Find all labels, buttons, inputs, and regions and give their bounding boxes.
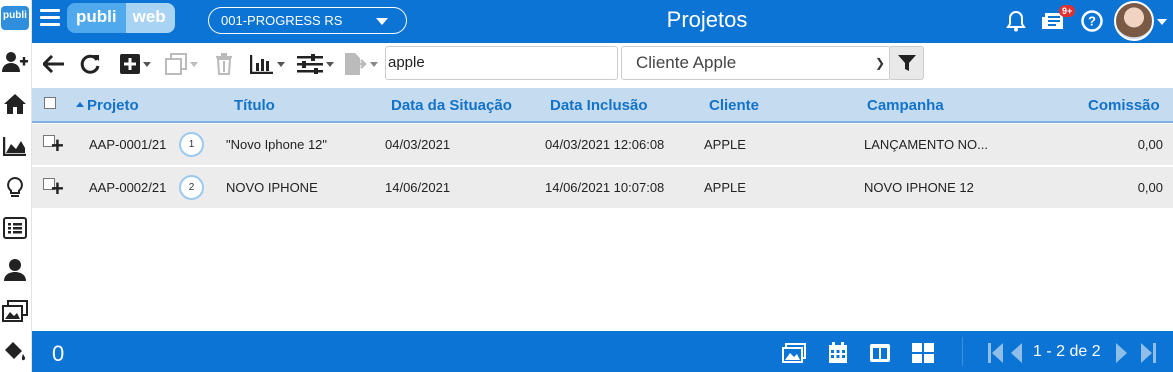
filter-icon bbox=[897, 55, 916, 71]
column-header-projeto[interactable]: Projeto bbox=[76, 97, 139, 114]
avatar-chevron-icon[interactable] bbox=[1157, 19, 1167, 25]
cell-comissao: 0,00 bbox=[1137, 180, 1163, 195]
cell-campanha: NOVO IPHONE 12 bbox=[864, 180, 974, 195]
footer-divider bbox=[962, 337, 963, 366]
home-icon[interactable] bbox=[0, 90, 30, 118]
cell-data-situacao: 04/03/2021 bbox=[385, 137, 451, 152]
filter-button[interactable] bbox=[889, 46, 924, 80]
next-page-icon[interactable] bbox=[1114, 343, 1132, 363]
chevron-down-icon bbox=[376, 18, 388, 25]
contacts-icon[interactable] bbox=[0, 256, 30, 284]
refresh-icon[interactable] bbox=[77, 51, 103, 77]
sidebar-logo[interactable]: publi bbox=[1, 6, 29, 30]
app-window: publi publi web 001-PROGRESS RS Projetos… bbox=[0, 0, 1173, 372]
help-icon[interactable]: ? bbox=[1080, 9, 1104, 33]
column-header-cliente[interactable]: Cliente bbox=[709, 97, 759, 114]
brand-primary: publi bbox=[67, 3, 126, 33]
cell-projeto[interactable]: AAP-0001/21 bbox=[89, 137, 166, 152]
chevron-down-icon bbox=[276, 61, 285, 67]
cell-campanha: LANÇAMENTO NO... bbox=[864, 137, 989, 152]
selected-count: 0 bbox=[52, 341, 65, 366]
last-page-icon[interactable] bbox=[1138, 343, 1156, 363]
report-chart-button[interactable] bbox=[247, 51, 287, 77]
chevron-down-icon bbox=[142, 61, 151, 67]
left-sidebar: publi bbox=[0, 0, 32, 372]
first-page-icon[interactable] bbox=[988, 343, 1006, 363]
top-bar: publi web 001-PROGRESS RS Projetos 9+ ? bbox=[32, 0, 1173, 43]
images-icon[interactable] bbox=[0, 297, 30, 325]
expand-row-icon[interactable]: + bbox=[51, 135, 64, 157]
client-filter-value: Cliente Apple bbox=[636, 53, 737, 72]
cell-projeto[interactable]: AAP-0002/21 bbox=[89, 180, 166, 195]
column-header-data-situacao[interactable]: Data da Situação bbox=[391, 97, 512, 114]
grid-icon[interactable] bbox=[911, 342, 935, 364]
page-title: Projetos bbox=[666, 7, 748, 32]
cell-titulo: NOVO IPHONE bbox=[226, 180, 318, 195]
row-number-badge: 1 bbox=[179, 132, 204, 157]
column-header-titulo[interactable]: Título bbox=[234, 97, 275, 114]
prev-page-icon[interactable] bbox=[1010, 343, 1028, 363]
company-label: 001-PROGRESS RS bbox=[221, 13, 343, 28]
column-label: Projeto bbox=[87, 97, 139, 114]
gallery-icon[interactable] bbox=[782, 342, 806, 364]
cell-data-situacao: 14/06/2021 bbox=[385, 180, 451, 195]
cell-cliente: APPLE bbox=[704, 137, 746, 152]
export-button[interactable] bbox=[340, 51, 380, 77]
table-row[interactable]: + AAP-0002/21 2 NOVO IPHONE 14/06/2021 1… bbox=[32, 167, 1173, 209]
cell-comissao: 0,00 bbox=[1137, 137, 1163, 152]
cell-data-inclusao: 04/03/2021 12:06:08 bbox=[545, 137, 665, 152]
add-button[interactable] bbox=[116, 51, 154, 77]
chevron-down-icon bbox=[369, 61, 378, 67]
paint-bucket-icon[interactable] bbox=[0, 338, 30, 366]
columns-icon[interactable] bbox=[868, 342, 892, 364]
chevron-down-icon: ❯ bbox=[874, 56, 885, 70]
brand-logo[interactable]: publi web bbox=[67, 3, 175, 33]
sort-asc-icon bbox=[76, 102, 84, 107]
chart-icon[interactable] bbox=[0, 132, 30, 160]
column-header-comissao[interactable]: Comissão bbox=[1088, 97, 1160, 114]
search-input[interactable]: apple bbox=[385, 46, 618, 80]
notification-badge: 9+ bbox=[1059, 5, 1076, 17]
bell-icon[interactable] bbox=[1004, 9, 1028, 33]
table-header: Projeto Título Data da Situação Data Inc… bbox=[32, 88, 1173, 123]
toolbar: apple Cliente Apple ❯ bbox=[32, 43, 1173, 88]
footer-bar: 0 1 - 2 de 2 bbox=[32, 331, 1173, 372]
select-all-checkbox[interactable] bbox=[44, 97, 56, 109]
chevron-down-icon bbox=[325, 61, 334, 67]
list-icon[interactable] bbox=[0, 214, 30, 242]
svg-text:?: ? bbox=[1088, 14, 1096, 29]
trash-icon[interactable] bbox=[212, 51, 236, 77]
sliders-button[interactable] bbox=[294, 51, 336, 77]
cell-cliente: APPLE bbox=[704, 180, 746, 195]
menu-icon[interactable] bbox=[40, 9, 60, 29]
column-header-data-inclusao[interactable]: Data Inclusão bbox=[550, 97, 648, 114]
calendar-icon[interactable] bbox=[826, 342, 850, 364]
client-filter-select[interactable]: Cliente Apple ❯ bbox=[621, 46, 891, 80]
back-arrow-icon[interactable] bbox=[41, 51, 67, 77]
table-row[interactable]: + AAP-0001/21 1 "Novo Iphone 12" 04/03/2… bbox=[32, 124, 1173, 166]
add-user-icon[interactable] bbox=[0, 48, 30, 76]
cell-data-inclusao: 14/06/2021 10:07:08 bbox=[545, 180, 665, 195]
company-selector[interactable]: 001-PROGRESS RS bbox=[208, 7, 407, 34]
brand-secondary: web bbox=[125, 3, 175, 33]
pagination-label: 1 - 2 de 2 bbox=[1033, 343, 1101, 360]
row-number-badge: 2 bbox=[179, 175, 204, 200]
copy-button[interactable] bbox=[162, 51, 200, 77]
cell-titulo: "Novo Iphone 12" bbox=[226, 137, 328, 152]
chevron-down-icon bbox=[189, 61, 198, 67]
expand-row-icon[interactable]: + bbox=[51, 178, 64, 200]
lightbulb-icon[interactable] bbox=[0, 174, 30, 202]
column-header-campanha[interactable]: Campanha bbox=[867, 97, 944, 114]
avatar[interactable] bbox=[1114, 1, 1154, 41]
